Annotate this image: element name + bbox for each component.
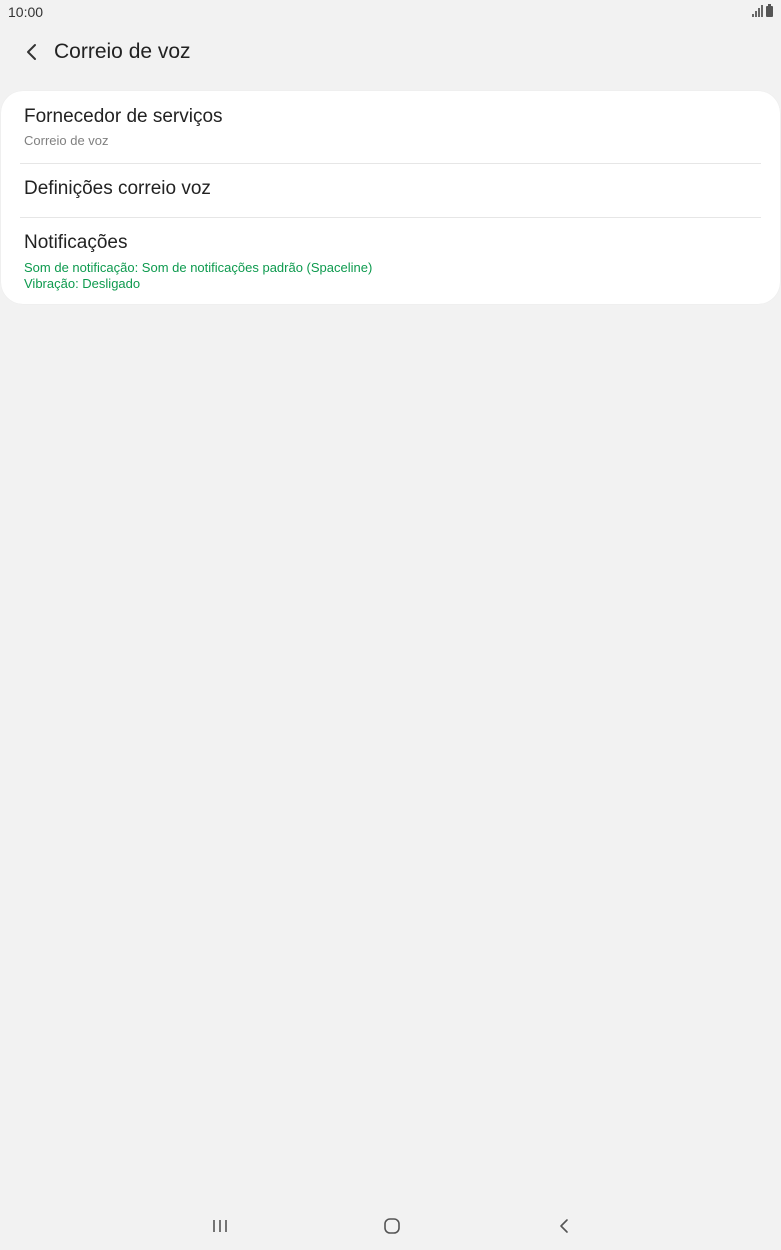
item-subtitle: Correio de voz (24, 133, 109, 148)
item-title: Notificações (24, 232, 128, 253)
page-title: Correio de voz (54, 40, 191, 63)
navigation-bar (0, 1202, 781, 1250)
recent-apps-icon (213, 1220, 227, 1232)
list-item-voicemail-settings[interactable]: Definições correio voz (1, 164, 780, 217)
list-item-service-provider[interactable]: Fornecedor de serviços Correio de voz (1, 91, 780, 163)
home-button[interactable] (362, 1208, 422, 1244)
app-bar: Correio de voz (0, 28, 781, 76)
battery-icon (766, 4, 773, 17)
signal-icon (752, 5, 763, 17)
chevron-left-icon (27, 44, 36, 60)
list-item-notifications[interactable]: Notificações Som de notificação: Som de … (1, 218, 780, 304)
item-title: Fornecedor de serviços (24, 106, 223, 127)
back-button[interactable] (10, 30, 54, 74)
system-back-button[interactable] (534, 1208, 594, 1244)
item-subtitle-vibration: Vibração: Desligado (24, 276, 141, 291)
back-icon (560, 1219, 568, 1233)
recent-apps-button[interactable] (190, 1208, 250, 1244)
status-time: 10:00 (8, 4, 44, 20)
item-subtitle-sound: Som de notificação: Som de notificações … (24, 260, 373, 275)
status-icons (752, 4, 773, 17)
item-title: Definições correio voz (24, 178, 211, 199)
home-icon (384, 1218, 400, 1234)
status-bar: 10:00 (0, 0, 781, 24)
settings-card: Fornecedor de serviços Correio de voz De… (1, 91, 780, 304)
